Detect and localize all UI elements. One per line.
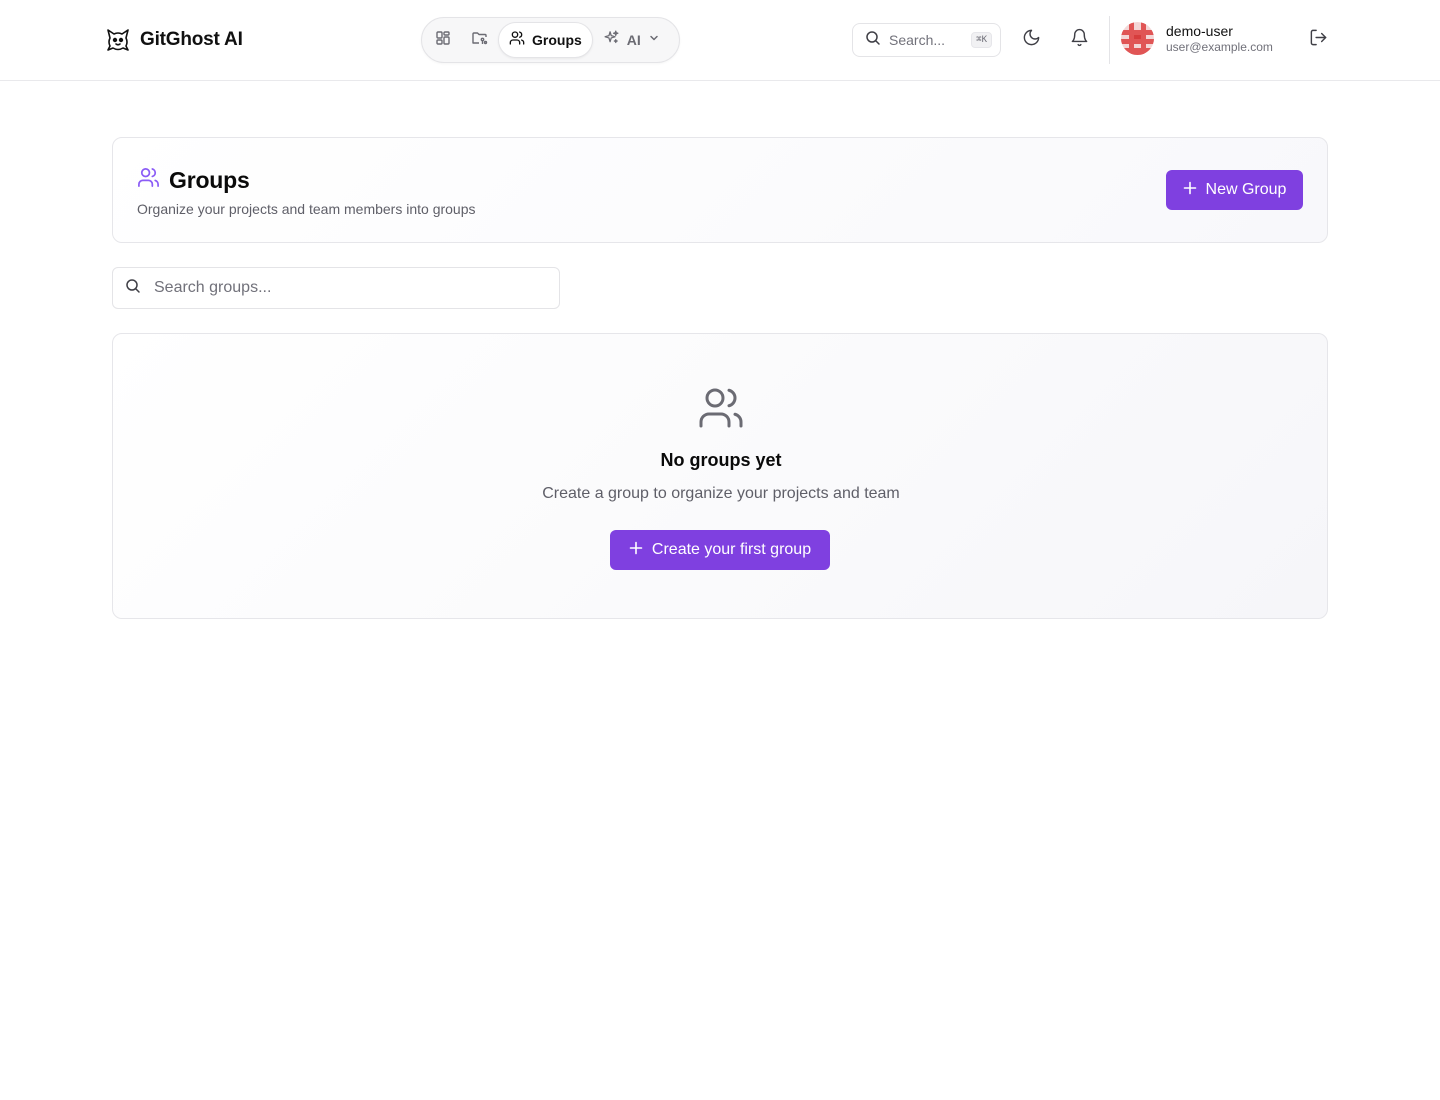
- empty-state-subtitle: Create a group to organize your projects…: [542, 485, 900, 502]
- new-group-button[interactable]: New Group: [1166, 170, 1303, 210]
- nav-ai-dropdown[interactable]: AI: [595, 22, 668, 58]
- folder-git-icon: [471, 30, 488, 51]
- brand[interactable]: GitGhost AI: [103, 25, 243, 55]
- global-search-placeholder: Search...: [889, 32, 946, 48]
- empty-state-title: No groups yet: [660, 450, 782, 470]
- page-title: Groups: [169, 166, 250, 193]
- notifications-button[interactable]: [1061, 22, 1097, 58]
- header-divider: [1109, 16, 1110, 64]
- dashboard-grid-icon: [435, 30, 451, 51]
- create-first-group-label: Create your first group: [651, 541, 812, 558]
- search-groups-input[interactable]: [154, 279, 534, 297]
- avatar: [1121, 22, 1154, 55]
- bell-icon: [1070, 28, 1089, 52]
- page-header-card: Groups Organize your projects and team m…: [112, 137, 1328, 243]
- user-menu[interactable]: demo-user user@example.com: [1121, 22, 1273, 55]
- user-name: demo-user: [1166, 23, 1233, 39]
- plus-icon: [629, 541, 643, 560]
- search-shortcut-badge: ⌘K: [971, 32, 992, 48]
- plus-icon: [1183, 181, 1197, 200]
- create-first-group-button[interactable]: Create your first group: [610, 530, 830, 570]
- users-icon: [137, 166, 160, 194]
- logout-button[interactable]: [1300, 22, 1336, 58]
- moon-icon: [1022, 28, 1041, 52]
- search-icon: [125, 278, 141, 299]
- logout-icon: [1309, 28, 1328, 52]
- search-icon: [865, 30, 881, 51]
- brand-name: GitGhost AI: [140, 29, 243, 50]
- chevron-down-icon: [648, 31, 660, 49]
- sparkles-icon: [603, 29, 620, 51]
- page-subtitle: Organize your projects and team members …: [137, 201, 476, 217]
- nav-repositories[interactable]: [462, 22, 496, 58]
- nav-ai-label: AI: [626, 32, 641, 48]
- global-search[interactable]: Search... ⌘K: [852, 23, 1001, 57]
- nav-dashboard[interactable]: [426, 22, 460, 58]
- nav-groups-label: Groups: [532, 32, 582, 48]
- ghost-logo-icon: [103, 26, 132, 55]
- search-groups-field: [112, 267, 560, 309]
- users-icon: [697, 384, 745, 432]
- top-header: GitGhost AI Groups AI Search... ⌘K demo-…: [0, 0, 1440, 81]
- user-email: user@example.com: [1166, 40, 1273, 54]
- empty-state-card: No groups yet Create a group to organize…: [112, 333, 1328, 619]
- users-icon: [509, 30, 525, 51]
- new-group-label: New Group: [1205, 181, 1287, 198]
- nav-groups[interactable]: Groups: [498, 22, 593, 58]
- theme-toggle-button[interactable]: [1013, 22, 1049, 58]
- main-nav: Groups AI: [421, 17, 680, 63]
